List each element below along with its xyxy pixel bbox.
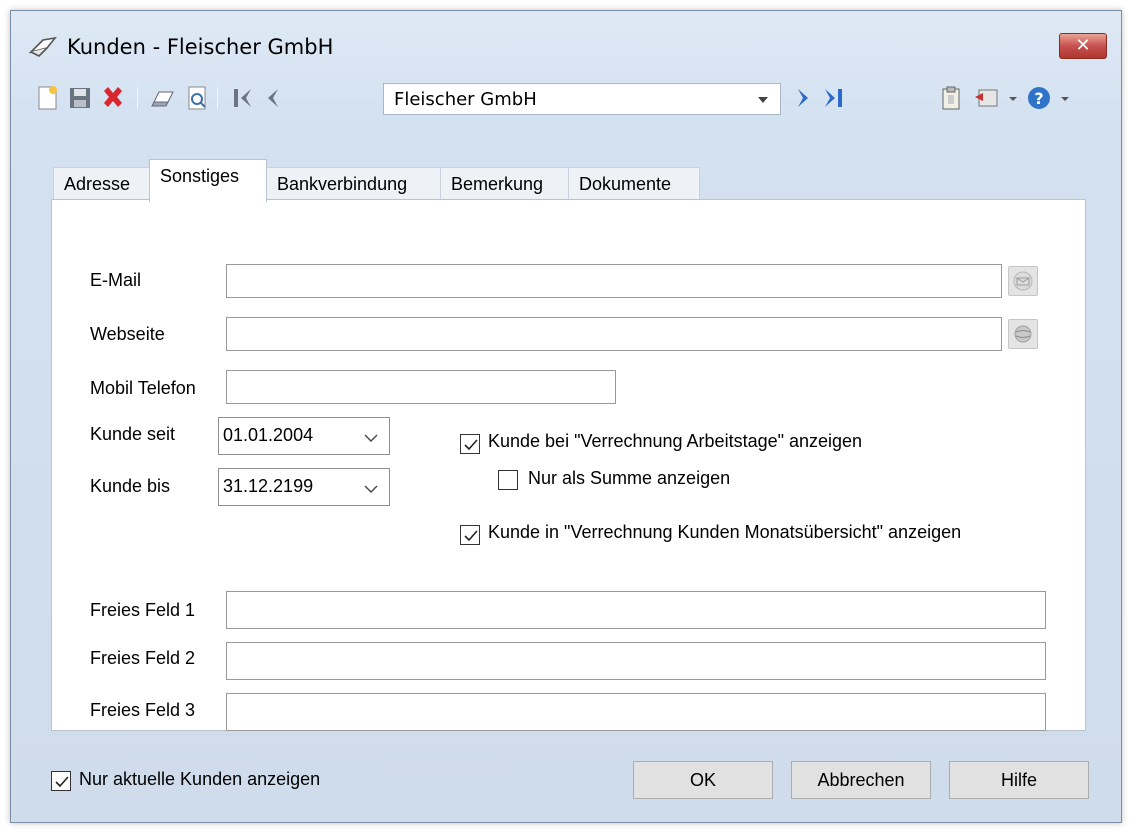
tab-dokumente[interactable]: Dokumente xyxy=(568,167,700,201)
show-in-monthly-overview-checkbox[interactable] xyxy=(460,525,480,545)
sum-only-label[interactable]: Nur als Summe anzeigen xyxy=(528,468,730,489)
free-field-2[interactable] xyxy=(226,642,1046,680)
window-title: Kunden - Fleischer GmbH xyxy=(67,35,334,59)
email-label: E-Mail xyxy=(90,270,142,290)
delete-icon[interactable] xyxy=(99,84,127,112)
free-field-1[interactable] xyxy=(226,591,1046,629)
tab-label: Adresse xyxy=(64,174,131,194)
preview-icon[interactable] xyxy=(183,84,211,112)
previous-record-icon[interactable] xyxy=(259,84,287,112)
website-label: Webseite xyxy=(90,324,165,344)
customer-dialog: Kunden - Fleischer GmbH ✕ Fleischer GmbH xyxy=(10,10,1122,823)
next-record-icon[interactable] xyxy=(789,84,817,112)
checkmark-icon xyxy=(464,439,478,451)
free-field-3[interactable] xyxy=(226,693,1046,731)
new-icon[interactable] xyxy=(33,84,61,112)
last-record-icon[interactable] xyxy=(819,84,847,112)
tab-bankverbindung[interactable]: Bankverbindung xyxy=(266,167,441,201)
tab-adresse[interactable]: Adresse xyxy=(53,167,151,201)
mobile-phone-field[interactable] xyxy=(226,370,616,404)
tab-label: Dokumente xyxy=(579,174,672,194)
record-selector-value: Fleischer GmbH xyxy=(394,89,537,110)
globe-icon xyxy=(1014,325,1032,343)
svg-text:?: ? xyxy=(1034,89,1043,108)
customer-until-value: 31.12.2199 xyxy=(223,476,314,496)
chevron-down-icon[interactable] xyxy=(1005,84,1021,112)
free-field-2-label: Freies Feld 2 xyxy=(90,648,196,668)
title-bar: Kunden - Fleischer GmbH ✕ xyxy=(11,11,1121,73)
free-field-1-label: Freies Feld 1 xyxy=(90,600,196,620)
tab-bemerkung[interactable]: Bemerkung xyxy=(440,167,569,201)
mobile-phone-label: Mobil Telefon xyxy=(90,378,196,398)
customer-since-date-picker[interactable]: 01.01.2004 xyxy=(218,417,390,455)
checkmark-icon xyxy=(55,776,69,788)
show-in-monthly-overview-label[interactable]: Kunde in "Verrechnung Kunden Monatsübers… xyxy=(488,522,961,543)
customer-until-date-picker[interactable]: 31.12.2199 xyxy=(218,468,390,506)
tab-panel-sonstiges: E-Mail Webseite Mobil Telefon Kunde seit… xyxy=(51,199,1086,731)
current-customers-only-label[interactable]: Nur aktuelle Kunden anzeigen xyxy=(79,769,320,790)
sum-only-checkbox[interactable] xyxy=(498,470,518,490)
customer-since-label: Kunde seit xyxy=(90,424,176,444)
website-field[interactable] xyxy=(226,317,1002,351)
app-icon xyxy=(28,36,59,63)
envelope-icon xyxy=(1013,271,1033,291)
clipboard-icon[interactable] xyxy=(937,84,965,112)
free-field-3-label: Freies Feld 3 xyxy=(90,700,196,720)
export-icon[interactable] xyxy=(971,84,999,112)
cancel-button[interactable]: Abbrechen xyxy=(791,761,931,799)
toolbar: Fleischer GmbH ? xyxy=(11,73,1121,123)
show-in-workdays-label[interactable]: Kunde bei "Verrechnung Arbeitstage" anze… xyxy=(488,431,862,452)
customer-since-value: 01.01.2004 xyxy=(223,425,314,445)
tab-label: Sonstiges xyxy=(160,166,240,186)
customer-until-label: Kunde bis xyxy=(90,476,171,496)
save-icon[interactable] xyxy=(66,84,94,112)
first-record-icon[interactable] xyxy=(229,84,257,112)
close-button[interactable]: ✕ xyxy=(1059,33,1107,59)
print-icon[interactable] xyxy=(149,84,177,112)
tab-label: Bankverbindung xyxy=(277,174,408,194)
help-icon[interactable]: ? xyxy=(1025,84,1053,112)
checkmark-icon xyxy=(464,530,478,542)
email-field[interactable] xyxy=(226,264,1002,298)
chevron-down-icon[interactable] xyxy=(1057,84,1073,112)
send-email-button[interactable] xyxy=(1008,266,1038,296)
chevron-down-icon[interactable] xyxy=(363,480,379,501)
chevron-down-icon[interactable] xyxy=(758,97,768,103)
tab-sonstiges[interactable]: Sonstiges xyxy=(149,159,267,202)
ok-button[interactable]: OK xyxy=(633,761,773,799)
toolbar-separator xyxy=(217,87,218,109)
chevron-down-icon[interactable] xyxy=(363,429,379,450)
current-customers-only-checkbox[interactable] xyxy=(51,771,71,791)
record-selector[interactable]: Fleischer GmbH xyxy=(383,83,781,115)
tab-label: Bemerkung xyxy=(451,174,544,194)
show-in-workdays-checkbox[interactable] xyxy=(460,434,480,454)
open-website-button[interactable] xyxy=(1008,319,1038,349)
toolbar-separator xyxy=(137,87,138,109)
help-button[interactable]: Hilfe xyxy=(949,761,1089,799)
